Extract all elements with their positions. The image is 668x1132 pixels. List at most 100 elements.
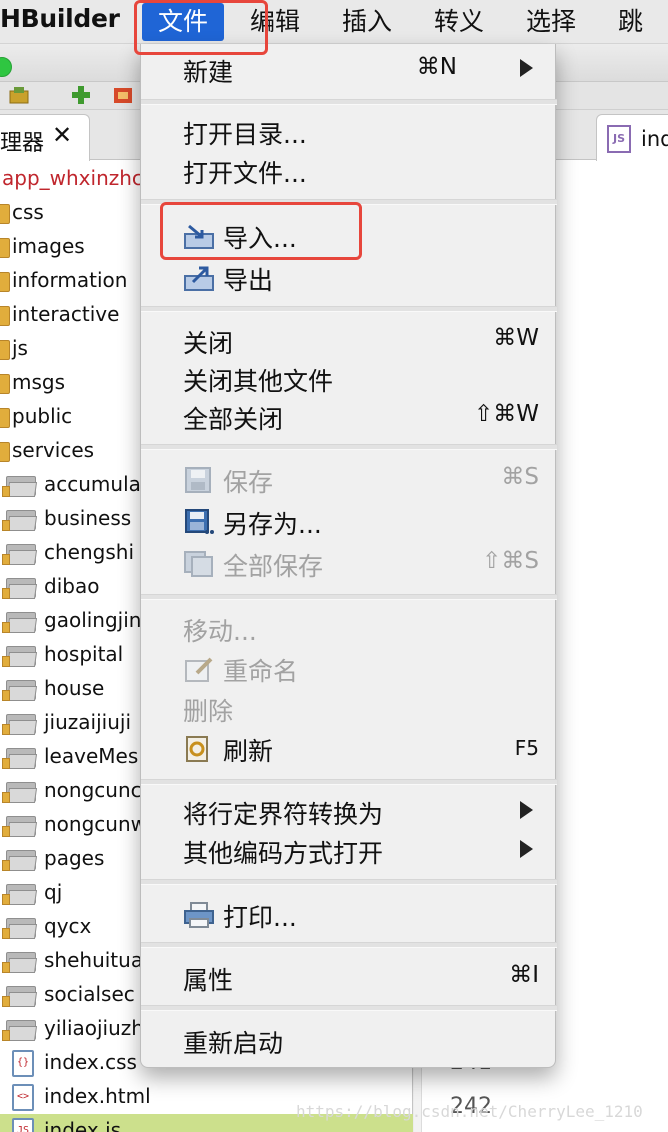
tree-item-label: leaveMes	[44, 744, 139, 768]
tree-item-label: information	[12, 268, 128, 292]
tree-item-label: jiuzaijiuji	[44, 710, 132, 734]
tree-item-label: nongcunw	[44, 812, 147, 836]
menu-item-open-with-encoding[interactable]: 其他编码方式打开	[141, 831, 557, 869]
tree-item-label: hospital	[44, 642, 124, 666]
menu-item-refresh[interactable]: 刷新 F5	[141, 729, 557, 767]
refresh-icon	[186, 736, 208, 762]
run-icon[interactable]	[8, 85, 30, 105]
menu-separator	[141, 594, 557, 600]
menu-item-open-file[interactable]: 打开文件...	[141, 151, 557, 189]
folder-icon	[2, 816, 38, 838]
tree-item-label: gaolingjin	[44, 608, 142, 632]
folder-icon	[2, 782, 38, 804]
menu-separator	[141, 942, 557, 948]
tree-item-label: qj	[44, 880, 63, 904]
folder-icon	[2, 476, 38, 498]
watermark-text: https://blog.csdn.net/CherryLee_1210	[296, 1102, 643, 1121]
tree-item-label: pages	[44, 846, 105, 870]
menu-item-label: 导出	[223, 266, 274, 295]
menu-goto[interactable]: 跳转	[602, 3, 668, 74]
close-icon[interactable]: ✕	[52, 123, 72, 147]
tree-item-label: public	[12, 404, 73, 428]
app-name-menu[interactable]: HBuilder	[0, 4, 120, 33]
menu-item-close-all[interactable]: 全部关闭 ⇧⌘W	[141, 397, 557, 435]
submenu-arrow-icon	[520, 59, 533, 77]
menu-separator	[141, 879, 557, 885]
menu-item-shortcut: ⇧⌘S	[482, 548, 539, 574]
folder-icon	[2, 578, 38, 600]
menu-item-label: 重新启动	[183, 1029, 284, 1058]
editor-tab[interactable]: JS ind	[596, 114, 668, 161]
menu-file[interactable]: 文件	[142, 3, 225, 41]
zoom-window-button[interactable]	[0, 57, 12, 77]
print-icon	[184, 902, 214, 928]
folder-icon	[2, 612, 38, 634]
menu-item-label: 全部保存	[223, 552, 324, 581]
tree-item-label: msgs	[12, 370, 66, 394]
folder-icon	[2, 714, 38, 736]
menu-item-label: 将行定界符转换为	[183, 800, 384, 829]
menu-item-shortcut: ⌘W	[493, 325, 539, 351]
menu-item-save-as[interactable]: 另存为...	[141, 502, 557, 540]
menu-item-save[interactable]: 保存 ⌘S	[141, 460, 557, 498]
menu-item-label: 重命名	[223, 657, 299, 686]
tree-item-label: js	[12, 336, 28, 360]
menu-item-label: 打印...	[223, 903, 297, 932]
menu-item-shortcut: F5	[514, 736, 539, 760]
menu-separator	[141, 306, 557, 312]
menu-separator	[141, 199, 557, 205]
menu-separator	[141, 444, 557, 450]
tree-item-label: interactive	[12, 302, 120, 326]
folder-icon	[0, 204, 10, 224]
folder-icon	[0, 306, 10, 326]
tree-item-label: dibao	[44, 574, 100, 598]
tree-item-label: accumula	[44, 472, 141, 496]
menu-item-open-directory[interactable]: 打开目录...	[141, 112, 557, 150]
folder-icon	[2, 986, 38, 1008]
menu-item-rename[interactable]: 重命名	[141, 649, 557, 687]
menu-item-label: 关闭	[183, 329, 234, 358]
menu-item-close-others[interactable]: 关闭其他文件	[141, 359, 557, 397]
tree-item-label: services	[12, 438, 95, 462]
folder-icon	[0, 340, 10, 360]
menu-item-label: 刷新	[223, 737, 274, 766]
folder-icon	[2, 748, 38, 770]
menu-separator	[141, 779, 557, 785]
tree-item-label: app_whxinzhc	[2, 166, 143, 190]
menu-item-import[interactable]: 导入...	[141, 216, 557, 254]
menu-item-new[interactable]: 新建 ⌘N	[141, 50, 557, 88]
folder-icon	[2, 646, 38, 668]
menu-item-delete[interactable]: 删除	[141, 689, 557, 727]
menu-item-label: 导入...	[223, 224, 297, 253]
menu-item-label: 移动...	[183, 617, 257, 646]
menu-item-print[interactable]: 打印...	[141, 895, 557, 933]
menu-separator	[141, 99, 557, 105]
menu-select[interactable]: 选择	[510, 3, 592, 41]
menu-edit[interactable]: 编辑	[234, 3, 316, 41]
menu-insert[interactable]: 插入	[326, 3, 408, 41]
menu-item-export[interactable]: 导出	[141, 258, 557, 296]
tree-item-label: index.css	[44, 1050, 137, 1074]
explorer-tab-label: 理器	[0, 131, 45, 156]
folder-icon	[0, 408, 10, 428]
menu-item-close[interactable]: 关闭 ⌘W	[141, 321, 557, 359]
menu-item-save-all[interactable]: 全部保存 ⇧⌘S	[141, 544, 557, 582]
add-icon[interactable]	[70, 85, 92, 105]
menu-escape[interactable]: 转义	[418, 3, 500, 41]
menu-item-shortcut: ⇧⌘W	[473, 401, 539, 427]
rename-icon	[185, 657, 213, 682]
folder-icon	[2, 510, 38, 532]
menu-item-shortcut: ⌘N	[416, 54, 457, 80]
html-file-icon: <>	[12, 1084, 34, 1111]
menu-item-restart[interactable]: 重新启动	[141, 1021, 557, 1059]
tool-icon[interactable]	[112, 85, 134, 105]
submenu-arrow-icon	[520, 801, 533, 819]
tree-item-label: qycx	[44, 914, 92, 938]
folder-icon	[2, 952, 38, 974]
menu-item-shortcut: ⌘I	[509, 962, 539, 988]
menu-item-convert-line-delimiters[interactable]: 将行定界符转换为	[141, 792, 557, 830]
js-file-icon: JS	[607, 125, 631, 153]
menu-item-properties[interactable]: 属性 ⌘I	[141, 958, 557, 996]
menu-item-move[interactable]: 移动...	[141, 609, 557, 647]
explorer-tab[interactable]: 理器 ✕	[0, 114, 90, 161]
